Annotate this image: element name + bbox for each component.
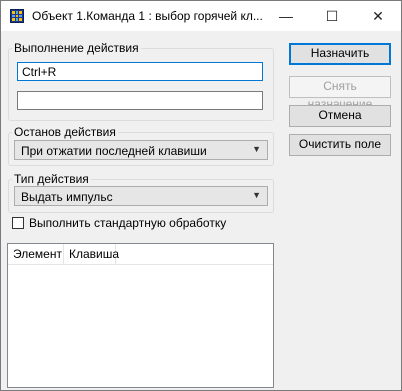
standard-processing-option[interactable]: Выполнить стандартную обработку (12, 216, 226, 230)
stop-group-label: Останов действия (12, 125, 118, 139)
title-bar[interactable]: Объект 1.Команда 1 : выбор горячей кл...… (1, 1, 401, 31)
stop-action-value: При отжатии последней клавиши (21, 144, 207, 158)
clear-field-button[interactable]: Очистить поле (289, 134, 391, 156)
list-header: Элемент Клавиша (8, 244, 273, 265)
assignments-list[interactable]: Элемент Клавиша (7, 243, 274, 388)
action-type-value: Выдать импульс (21, 190, 113, 204)
maximize-button[interactable]: ☐ (309, 1, 355, 31)
action-group: Выполнение действия (8, 41, 274, 121)
action-type-select[interactable]: Выдать импульс ▼ (14, 186, 268, 206)
secondary-hotkey-field[interactable] (17, 91, 263, 110)
column-header-key[interactable]: Клавиша (64, 244, 119, 264)
assign-button[interactable]: Назначить (289, 43, 391, 65)
hotkey-field[interactable]: Ctrl+R (17, 62, 263, 81)
chevron-down-icon: ▼ (252, 144, 261, 154)
close-button[interactable]: ✕ (355, 1, 401, 31)
column-header-element[interactable]: Элемент (8, 244, 64, 264)
action-group-label: Выполнение действия (12, 41, 141, 55)
type-group-label: Тип действия (12, 172, 91, 186)
standard-processing-label: Выполнить стандартную обработку (29, 216, 227, 230)
cancel-button[interactable]: Отмена (289, 105, 391, 127)
window-title: Объект 1.Команда 1 : выбор горячей кл... (32, 9, 263, 23)
unassign-button[interactable]: Снять назначение (289, 76, 391, 111)
minimize-button[interactable]: — (263, 1, 309, 31)
chevron-down-icon: ▼ (252, 190, 261, 200)
dialog-window: Объект 1.Команда 1 : выбор горячей кл...… (0, 0, 402, 391)
app-icon (10, 9, 24, 23)
standard-processing-checkbox[interactable] (12, 217, 24, 229)
stop-action-select[interactable]: При отжатии последней клавиши ▼ (14, 140, 268, 160)
